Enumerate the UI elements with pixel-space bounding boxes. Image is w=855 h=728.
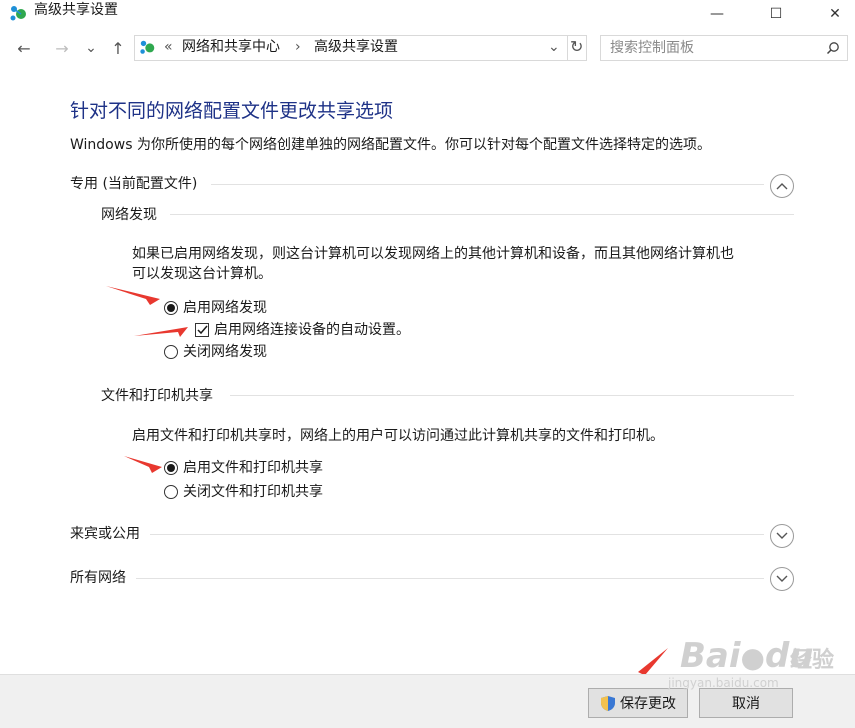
annotation-arrow-icon [124,456,162,473]
search-placeholder: 搜索控制面板 [610,40,694,56]
profile-all-divider [136,578,764,579]
network-discovery-text-line1: 如果已启用网络发现，则这台计算机可以发现网络上的其他计算机和设备，而且其他网络计… [132,246,734,262]
up-arrow-icon[interactable]: ↑ [106,36,130,60]
enable-network-discovery-label[interactable]: 启用网络发现 [183,299,267,317]
network-discovery-divider [170,214,794,215]
recent-locations-chevron-icon[interactable]: ⌄ [82,36,100,60]
file-sharing-text: 启用文件和打印机共享时，网络上的用户可以访问通过此计算机共享的文件和打印机。 [132,428,664,444]
network-discovery-title: 网络发现 [101,207,157,223]
uac-shield-icon [601,695,615,711]
forward-arrow-icon[interactable]: → [50,36,74,60]
network-sharing-icon [140,40,155,54]
annotation-arrow-icon [134,327,188,337]
file-sharing-divider [230,395,794,396]
expand-button[interactable] [770,567,794,591]
profile-private-divider [211,184,764,185]
auto-setup-checkbox[interactable] [195,323,209,337]
chevron-down-icon [776,532,788,539]
breadcrumb-overflow[interactable]: « [164,38,173,56]
disable-network-discovery-label[interactable]: 关闭网络发现 [183,343,267,361]
minimize-button[interactable]: — [694,0,740,28]
profile-guest-divider [150,534,764,535]
breadcrumb-separator: › [295,39,301,55]
breadcrumb-item-advanced-sharing[interactable]: 高级共享设置 [314,38,398,56]
profile-private-label[interactable]: 专用 (当前配置文件) [70,174,197,194]
maximize-button[interactable]: ☐ [753,0,799,28]
address-dropdown-icon[interactable]: ⌄ [548,38,560,56]
save-changes-label: 保存更改 [620,696,676,712]
disable-file-sharing-radio[interactable] [164,485,178,499]
auto-setup-label[interactable]: 启用网络连接设备的自动设置。 [214,321,410,339]
profile-all-networks-label[interactable]: 所有网络 [70,568,126,588]
network-discovery-text-line2: 可以发现这台计算机。 [132,266,272,282]
checkmark-icon [196,325,208,335]
page-title: 针对不同的网络配置文件更改共享选项 [70,100,394,122]
chevron-up-icon [776,183,788,190]
annotation-arrow-icon [106,286,160,305]
collapse-button[interactable] [770,174,794,198]
window-title: 高级共享设置 [34,2,118,18]
disable-network-discovery-radio[interactable] [164,345,178,359]
cancel-button[interactable]: 取消 [699,688,793,718]
watermark-brand-cn: 经验 [790,648,835,673]
enable-file-sharing-radio[interactable] [164,461,178,475]
paw-icon: ● [740,641,765,674]
profile-guest-public-label[interactable]: 来宾或公用 [70,524,140,544]
enable-network-discovery-radio[interactable] [164,301,178,315]
network-sharing-icon [10,6,26,21]
address-divider [567,35,568,61]
close-button[interactable]: ✕ [812,0,855,28]
disable-file-sharing-label[interactable]: 关闭文件和打印机共享 [183,483,323,501]
expand-button[interactable] [770,524,794,548]
watermark-url: jingyan.baidu.com [668,676,779,690]
page-description: Windows 为你所使用的每个网络创建单独的网络配置文件。你可以针对每个配置文… [70,137,711,153]
file-sharing-title: 文件和打印机共享 [101,388,213,404]
back-arrow-icon[interactable]: ← [12,36,36,60]
enable-file-sharing-label[interactable]: 启用文件和打印机共享 [183,459,323,477]
refresh-icon[interactable]: ↻ [570,38,583,56]
chevron-down-icon [776,575,788,582]
search-icon[interactable] [826,41,840,55]
save-changes-button[interactable]: 保存更改 [588,688,688,718]
breadcrumb-item-network-center[interactable]: 网络和共享中心 [182,38,280,56]
